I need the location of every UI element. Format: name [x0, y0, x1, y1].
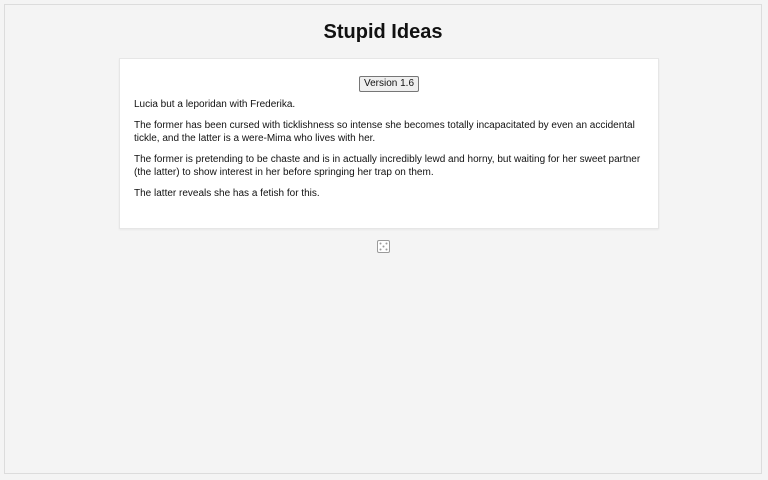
- idea-card: Version 1.6 Lucia but a leporidan with F…: [119, 58, 659, 229]
- idea-paragraph-4: The latter reveals she has a fetish for …: [134, 188, 320, 199]
- idea-paragraph-2: The former has been cursed with ticklish…: [134, 120, 635, 144]
- idea-paragraph-3: The former is pretending to be chaste an…: [134, 154, 641, 178]
- page-title: Stupid Ideas: [323, 21, 443, 43]
- idea-paragraph-1: Lucia but a leporidan with Frederika.: [134, 99, 296, 110]
- dice-icon[interactable]: [377, 240, 390, 253]
- page-frame: Stupid Ideas Version 1.6 Lucia but a lep…: [4, 4, 762, 474]
- version-row: Version 1.6: [134, 73, 644, 93]
- version-button[interactable]: Version 1.6: [358, 76, 420, 92]
